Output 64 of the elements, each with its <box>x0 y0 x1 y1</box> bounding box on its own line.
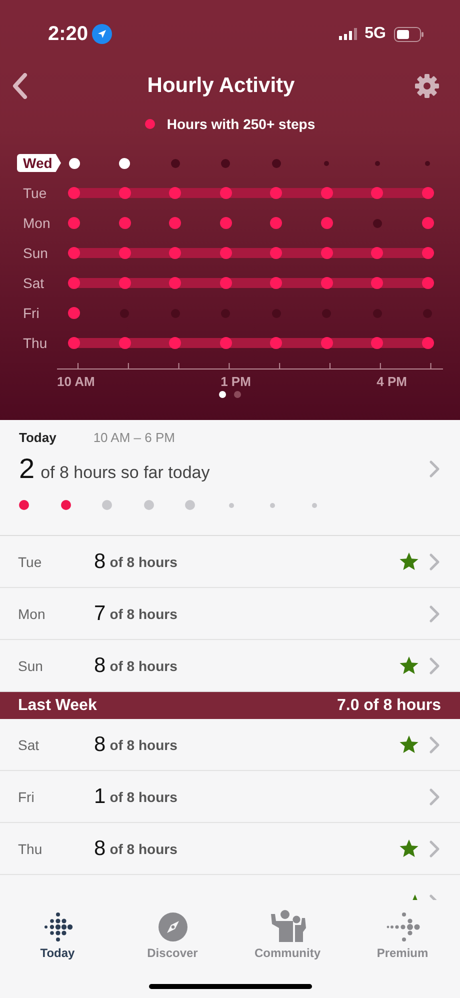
hours-count: 8 <box>94 550 106 574</box>
hours-label: of 8 hours <box>110 736 178 752</box>
chevron-icon[interactable] <box>429 736 440 754</box>
hours-label: of 8 hours <box>110 840 178 856</box>
dots-logo-icon <box>42 912 72 942</box>
day-row[interactable]: Sat 8 of 8 hours <box>0 719 460 771</box>
day-row[interactable]: Tue 8 of 8 hours <box>0 536 460 588</box>
day-row[interactable]: Fri 1 of 8 hours <box>0 771 460 823</box>
location-icon <box>92 24 112 44</box>
hours-label: of 8 hours <box>110 606 178 622</box>
day-label: Sun <box>18 658 44 674</box>
weekly-average: 7.0 of 8 hours <box>336 696 441 714</box>
signal-icon <box>338 28 357 40</box>
axis-label: 1 PM <box>220 374 251 389</box>
page-indicator-dot[interactable] <box>219 391 226 398</box>
chevron-icon[interactable] <box>429 656 440 674</box>
axis-label: 4 PM <box>376 374 407 389</box>
day-label: Sun <box>22 245 49 261</box>
section-title: Last Week <box>18 696 97 714</box>
day-label: Mon <box>18 606 46 622</box>
hours-summary: of 8 hours so far today <box>40 463 211 483</box>
hours-count: 7 <box>94 602 106 626</box>
day-label: Wed <box>17 154 61 172</box>
axis-label: 10 AM <box>57 374 95 389</box>
tab-bar-item[interactable]: Today <box>0 908 115 960</box>
day-label: Fri <box>22 305 40 321</box>
hours-label: of 8 hours <box>110 554 178 570</box>
hours-count: 2 <box>19 453 35 485</box>
hours-label: of 8 hours <box>110 658 178 674</box>
dots-logo-icon <box>386 912 420 942</box>
day-label: Tue <box>18 554 43 570</box>
day-row[interactable]: Mon 7 of 8 hours <box>0 588 460 640</box>
page-indicator-dot[interactable] <box>234 391 241 398</box>
compass-icon <box>158 912 188 942</box>
status-time: 2:20 <box>48 22 88 46</box>
day-label: Fri <box>18 788 36 804</box>
day-label: Sat <box>18 736 40 752</box>
chevron-icon[interactable] <box>429 604 440 622</box>
chevron-icon[interactable] <box>429 552 440 570</box>
back-icon[interactable] <box>12 73 28 99</box>
day-row[interactable]: Thu 8 of 8 hours <box>0 823 460 875</box>
day-label: Sat <box>22 275 46 291</box>
day-label: Thu <box>22 335 48 351</box>
hours-count: 8 <box>94 732 106 756</box>
hours-count: 8 <box>94 654 106 678</box>
settings-icon[interactable] <box>414 73 440 99</box>
chevron-icon[interactable] <box>429 460 440 478</box>
hours-label: of 8 hours <box>110 788 178 804</box>
network-label: 5G <box>364 25 386 43</box>
day-label: Thu <box>18 840 44 856</box>
battery-icon <box>394 26 424 42</box>
page-title: Hourly Activity <box>146 74 296 98</box>
day-label: Tue <box>22 185 48 201</box>
people-icon <box>268 910 306 942</box>
hours-count: 1 <box>94 784 106 808</box>
today-label: Today <box>19 430 56 445</box>
hours-count: 8 <box>94 836 106 860</box>
chevron-icon[interactable] <box>429 788 440 806</box>
legend-dot <box>144 119 155 129</box>
chevron-icon[interactable] <box>429 840 440 858</box>
legend-label: Hours with 250+ steps <box>166 116 316 132</box>
time-range: 10 AM – 6 PM <box>93 430 175 445</box>
chevron-icon[interactable] <box>429 894 437 900</box>
day-label: Mon <box>22 215 52 231</box>
